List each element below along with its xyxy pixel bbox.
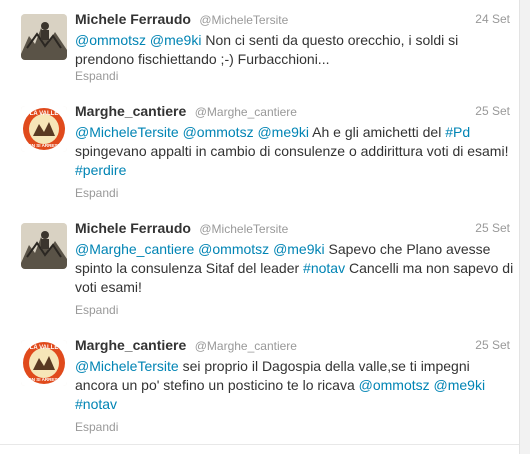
scrollbar[interactable] (519, 0, 530, 454)
tweet-text: @Marghe_cantiere @ommotsz @me9ki Sapevo … (75, 240, 515, 297)
mention-link[interactable]: @me9ki (434, 377, 486, 393)
badge-text-top: LA VALLE (30, 345, 59, 351)
expand-link[interactable]: Espandi (75, 69, 118, 83)
tweet-timeline: Michele Ferraudo @MicheleTersite 24 Set … (0, 0, 530, 454)
tweet-text: @MicheleTersite @ommotsz @me9ki Ah e gli… (75, 123, 515, 180)
mention-link[interactable]: @me9ki (150, 32, 202, 48)
tweet-item[interactable]: LA VALLE NON SI ARRESTA Marghe_cantiere … (0, 326, 520, 445)
mention-link[interactable]: @ommotsz (198, 241, 269, 257)
expand-link[interactable]: Espandi (75, 303, 118, 317)
tweet-item[interactable]: Michele Ferraudo @MicheleTersite 24 Set … (0, 0, 520, 93)
tweet-header: Michele Ferraudo @MicheleTersite 24 Set (75, 11, 510, 29)
tweet-text: @ommotsz @me9ki Non ci senti da questo o… (75, 31, 515, 69)
tweet-item[interactable]: LA VALLE NON SI ARRESTA Marghe_cantiere … (0, 92, 520, 210)
mention-link[interactable]: @MicheleTersite (75, 124, 179, 140)
tweet-author-handle[interactable]: @MicheleTersite (199, 13, 288, 27)
badge-text-bottom: NON SI ARRESTA (25, 377, 64, 382)
mention-link[interactable]: @ommotsz (75, 32, 146, 48)
tweet-header: Marghe_cantiere @Marghe_cantiere 25 Set (75, 337, 510, 355)
tweet-timestamp[interactable]: 25 Set (475, 104, 510, 118)
expand-link[interactable]: Espandi (75, 420, 118, 434)
tweet-author-handle[interactable]: @Marghe_cantiere (195, 105, 297, 119)
mention-link[interactable]: @Marghe_cantiere (75, 241, 194, 257)
tweet-text-segment: Ah e gli amichetti del (309, 124, 446, 140)
mention-link[interactable]: @ommotsz (359, 377, 430, 393)
michele-avatar-icon[interactable] (21, 223, 67, 269)
tweet-author-handle[interactable]: @Marghe_cantiere (195, 339, 297, 353)
mention-link[interactable]: @ommotsz (183, 124, 254, 140)
hashtag-link[interactable]: #notav (303, 260, 345, 276)
mention-link[interactable]: @me9ki (257, 124, 309, 140)
badge-text-top: LA VALLE (30, 111, 59, 117)
tweet-header: Michele Ferraudo @MicheleTersite 25 Set (75, 220, 510, 238)
hashtag-link[interactable]: #Pd (445, 124, 470, 140)
tweet-header: Marghe_cantiere @Marghe_cantiere 25 Set (75, 103, 510, 121)
expand-link[interactable]: Espandi (75, 186, 118, 200)
michele-avatar-icon[interactable] (21, 14, 67, 60)
badge-text-bottom: NON SI ARRESTA (25, 143, 64, 148)
tweet-text-segment: spingevano appalti in cambio di consulen… (75, 143, 509, 159)
tweet-author-name[interactable]: Marghe_cantiere (75, 103, 186, 119)
tweet-item[interactable]: Michele Ferraudo @MicheleTersite 25 Set … (0, 209, 520, 327)
tweet-author-handle[interactable]: @MicheleTersite (199, 222, 288, 236)
hashtag-link[interactable]: #perdire (75, 162, 126, 178)
tweet-text: @MicheleTersite sei proprio il Dagospia … (75, 357, 515, 414)
hashtag-link[interactable]: #notav (75, 396, 117, 412)
tweet-timestamp[interactable]: 25 Set (475, 338, 510, 352)
la-valle-badge-icon[interactable]: LA VALLE NON SI ARRESTA (21, 340, 67, 386)
tweet-timestamp[interactable]: 24 Set (475, 12, 510, 26)
tweet-author-name[interactable]: Michele Ferraudo (75, 220, 191, 236)
tweet-author-name[interactable]: Michele Ferraudo (75, 11, 191, 27)
tweet-author-name[interactable]: Marghe_cantiere (75, 337, 186, 353)
mention-link[interactable]: @MicheleTersite (75, 358, 179, 374)
tweet-timestamp[interactable]: 25 Set (475, 221, 510, 235)
mention-link[interactable]: @me9ki (273, 241, 325, 257)
la-valle-badge-icon[interactable]: LA VALLE NON SI ARRESTA (21, 106, 67, 152)
